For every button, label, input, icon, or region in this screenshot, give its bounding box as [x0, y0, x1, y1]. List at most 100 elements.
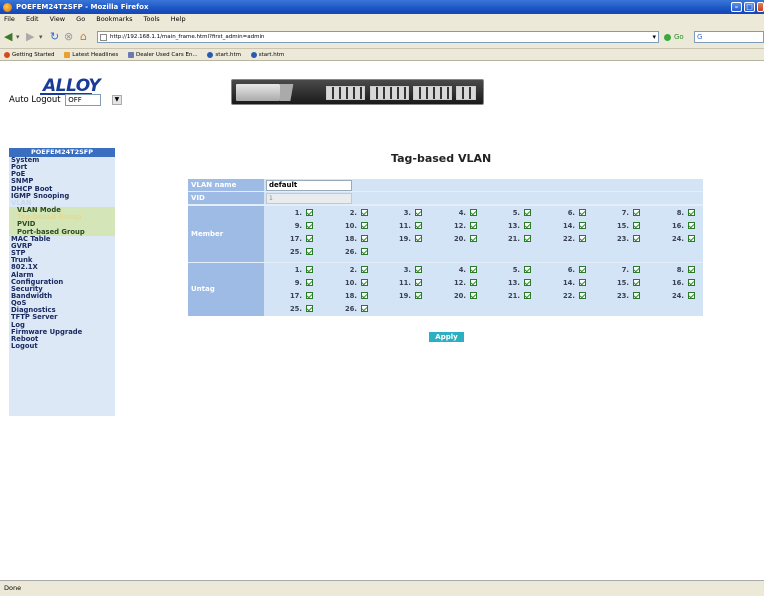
- menu-file[interactable]: File: [4, 15, 15, 23]
- untag-checkbox[interactable]: [415, 292, 422, 299]
- untag-checkbox[interactable]: [688, 292, 695, 299]
- untag-checkbox[interactable]: [633, 279, 640, 286]
- member-checkbox[interactable]: [524, 209, 531, 216]
- back-dropdown-icon[interactable]: ▾: [16, 30, 20, 44]
- member-checkbox[interactable]: [415, 209, 422, 216]
- untag-checkbox[interactable]: [306, 292, 313, 299]
- member-checkbox[interactable]: [579, 209, 586, 216]
- port-number: 16.: [671, 222, 684, 230]
- menu-bookmarks[interactable]: Bookmarks: [96, 15, 132, 23]
- port-number: 6.: [567, 209, 575, 217]
- bookmark-item[interactable]: start.htm: [250, 51, 284, 58]
- member-checkbox[interactable]: [306, 209, 313, 216]
- untag-checkbox[interactable]: [361, 305, 368, 312]
- untag-checkbox[interactable]: [361, 279, 368, 286]
- bookmark-item[interactable]: start.htm: [207, 51, 241, 58]
- member-checkbox[interactable]: [579, 235, 586, 242]
- member-checkbox[interactable]: [524, 222, 531, 229]
- forward-dropdown-icon[interactable]: ▾: [39, 30, 43, 44]
- untag-checkbox[interactable]: [306, 279, 313, 286]
- untag-checkbox[interactable]: [470, 292, 477, 299]
- member-port-cell: 4.: [436, 207, 496, 219]
- port-number: 1.: [294, 266, 302, 274]
- untag-port-cell: 8.: [654, 264, 714, 276]
- member-port-cell: 7.: [599, 207, 659, 219]
- member-checkbox[interactable]: [688, 209, 695, 216]
- member-checkbox[interactable]: [361, 222, 368, 229]
- port-number: 1.: [294, 209, 302, 217]
- member-checkbox[interactable]: [633, 222, 640, 229]
- vlan-name-input[interactable]: default: [266, 180, 352, 191]
- untag-checkbox[interactable]: [633, 292, 640, 299]
- untag-checkbox[interactable]: [306, 305, 313, 312]
- member-checkbox[interactable]: [306, 248, 313, 255]
- member-port-cell: 18.: [327, 233, 387, 245]
- untag-checkbox[interactable]: [470, 279, 477, 286]
- vid-input[interactable]: 1: [266, 193, 352, 204]
- member-checkbox[interactable]: [361, 248, 368, 255]
- member-checkbox[interactable]: [306, 222, 313, 229]
- untag-checkbox[interactable]: [470, 266, 477, 273]
- chevron-down-icon[interactable]: ▼: [111, 95, 122, 105]
- member-checkbox[interactable]: [633, 209, 640, 216]
- back-arrow-icon[interactable]: ◀: [4, 30, 12, 44]
- menu-view[interactable]: View: [50, 15, 65, 23]
- member-checkbox[interactable]: [470, 222, 477, 229]
- member-checkbox[interactable]: [306, 235, 313, 242]
- untag-checkbox[interactable]: [524, 279, 531, 286]
- untag-checkbox[interactable]: [688, 279, 695, 286]
- minimize-button[interactable]: –: [731, 2, 742, 12]
- member-checkbox[interactable]: [633, 235, 640, 242]
- untag-checkbox[interactable]: [633, 266, 640, 273]
- untag-checkbox[interactable]: [579, 292, 586, 299]
- member-checkbox[interactable]: [688, 235, 695, 242]
- bookmark-item[interactable]: Latest Headlines: [64, 51, 118, 58]
- url-dropdown-icon[interactable]: ▾: [652, 32, 656, 42]
- home-icon[interactable]: ⌂: [80, 30, 87, 44]
- member-checkbox[interactable]: [361, 209, 368, 216]
- bookmark-item[interactable]: Getting Started: [4, 51, 55, 58]
- member-checkbox[interactable]: [470, 209, 477, 216]
- apply-button[interactable]: Apply: [429, 332, 464, 342]
- untag-checkbox[interactable]: [415, 266, 422, 273]
- untag-checkbox[interactable]: [524, 292, 531, 299]
- untag-checkbox[interactable]: [306, 266, 313, 273]
- untag-checkbox[interactable]: [688, 266, 695, 273]
- untag-checkbox[interactable]: [361, 266, 368, 273]
- maximize-button[interactable]: □: [744, 2, 755, 12]
- untag-checkbox[interactable]: [415, 279, 422, 286]
- menu-go[interactable]: Go: [76, 15, 85, 23]
- sidebar-item-logout[interactable]: Logout: [9, 342, 115, 350]
- auto-logout: Auto Logout OFF ▼: [9, 94, 122, 106]
- port-number: 8.: [676, 266, 684, 274]
- member-checkbox[interactable]: [524, 235, 531, 242]
- status-bar: Done: [0, 580, 764, 596]
- member-checkbox[interactable]: [470, 235, 477, 242]
- reload-icon[interactable]: ↻: [50, 30, 59, 44]
- search-input[interactable]: G: [694, 31, 764, 43]
- port-number: 21.: [507, 292, 520, 300]
- untag-checkbox[interactable]: [361, 292, 368, 299]
- url-text: http://192.168.1.1/main_frame.html?first…: [110, 34, 265, 40]
- forward-arrow-icon[interactable]: ▶: [26, 30, 34, 44]
- port-number: 6.: [567, 266, 575, 274]
- menu-edit[interactable]: Edit: [26, 15, 39, 23]
- menu-help[interactable]: Help: [171, 15, 186, 23]
- untag-checkbox[interactable]: [524, 266, 531, 273]
- member-checkbox[interactable]: [579, 222, 586, 229]
- go-button[interactable]: Go: [664, 32, 684, 42]
- port-number: 2.: [349, 266, 357, 274]
- close-button[interactable]: [757, 2, 764, 12]
- vlan-name-label: VLAN name: [188, 179, 264, 191]
- url-input[interactable]: http://192.168.1.1/main_frame.html?first…: [97, 31, 659, 43]
- auto-logout-select[interactable]: OFF: [65, 94, 102, 106]
- member-checkbox[interactable]: [361, 235, 368, 242]
- member-checkbox[interactable]: [415, 235, 422, 242]
- stop-icon[interactable]: ⊗: [64, 30, 73, 44]
- member-checkbox[interactable]: [415, 222, 422, 229]
- menu-tools[interactable]: Tools: [144, 15, 160, 23]
- member-checkbox[interactable]: [688, 222, 695, 229]
- untag-checkbox[interactable]: [579, 279, 586, 286]
- untag-checkbox[interactable]: [579, 266, 586, 273]
- bookmark-item[interactable]: Dealer Used Cars En...: [127, 51, 198, 58]
